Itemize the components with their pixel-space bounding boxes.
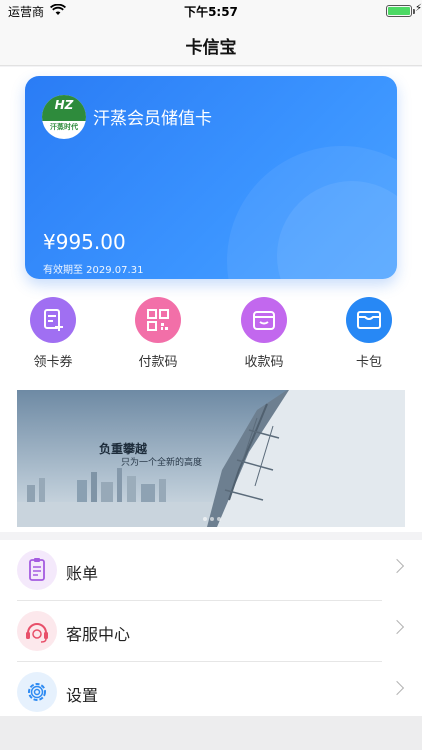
section-divider [0, 532, 422, 540]
status-bar: 运营商 下午5:57 ⚡ [0, 0, 422, 22]
member-card[interactable]: HZ 汗蒸时代 汗蒸会员储值卡 ¥995.00 有效期至 2029.07.31 [25, 76, 397, 279]
payment-code-button[interactable]: 付款码 [118, 297, 198, 370]
menu-item-label: 账单 [66, 564, 99, 583]
card-validity: 有效期至 2029.07.31 [43, 265, 144, 276]
main-content: HZ 汗蒸时代 汗蒸会员储值卡 ¥995.00 有效期至 2029.07.31 … [0, 67, 422, 750]
merchant-logo: HZ 汗蒸时代 [42, 95, 86, 139]
receive-code-button[interactable]: 收款码 [224, 297, 304, 370]
menu-item-bill[interactable]: 账单 [0, 540, 422, 601]
qrcode-icon [135, 297, 181, 343]
support-headset-icon [17, 611, 57, 651]
logo-text: 汗蒸时代 [50, 123, 78, 131]
quick-action-label: 卡包 [355, 355, 382, 370]
banner-subheading: 只为一个全新的高度 [121, 458, 203, 468]
carousel-dot[interactable] [203, 517, 207, 521]
quick-action-label: 领卡券 [33, 355, 73, 370]
receive-code-icon [241, 297, 287, 343]
get-coupon-button[interactable]: 领卡券 [13, 297, 93, 370]
menu-item-label: 客服中心 [66, 625, 131, 644]
chevron-right-icon [389, 619, 405, 635]
promo-banner[interactable]: 负重攀越 只为一个全新的高度 [17, 390, 405, 527]
status-time: 下午5:57 [184, 5, 238, 19]
quick-action-label: 收款码 [244, 355, 284, 370]
page-title: 卡信宝 [185, 38, 237, 58]
bottom-area [0, 716, 422, 750]
navigation-bar: 卡信宝 [0, 22, 422, 66]
settings-gear-icon [17, 672, 57, 712]
logo-mark: HZ [54, 98, 74, 112]
card-wallet-icon [346, 297, 392, 343]
card-balance: ¥995.00 [43, 230, 126, 254]
carousel-dot[interactable] [210, 517, 214, 521]
quick-action-label: 付款码 [138, 355, 178, 370]
menu-item-settings[interactable]: 设置 [0, 662, 422, 723]
charging-icon: ⚡ [414, 3, 422, 14]
carousel-dot[interactable] [217, 517, 221, 521]
bill-icon [17, 550, 57, 590]
city-skyline-image [17, 390, 405, 527]
card-name: 汗蒸会员储值卡 [93, 109, 212, 129]
quick-actions: 领卡券 付款码 收款码 卡包 [0, 297, 422, 377]
chevron-right-icon [389, 680, 405, 696]
menu-item-support[interactable]: 客服中心 [0, 601, 422, 662]
card-wallet-button[interactable]: 卡包 [329, 297, 409, 370]
chevron-right-icon [389, 558, 405, 574]
coupon-add-icon [30, 297, 76, 343]
battery-icon [386, 5, 415, 17]
menu-item-label: 设置 [66, 686, 99, 705]
